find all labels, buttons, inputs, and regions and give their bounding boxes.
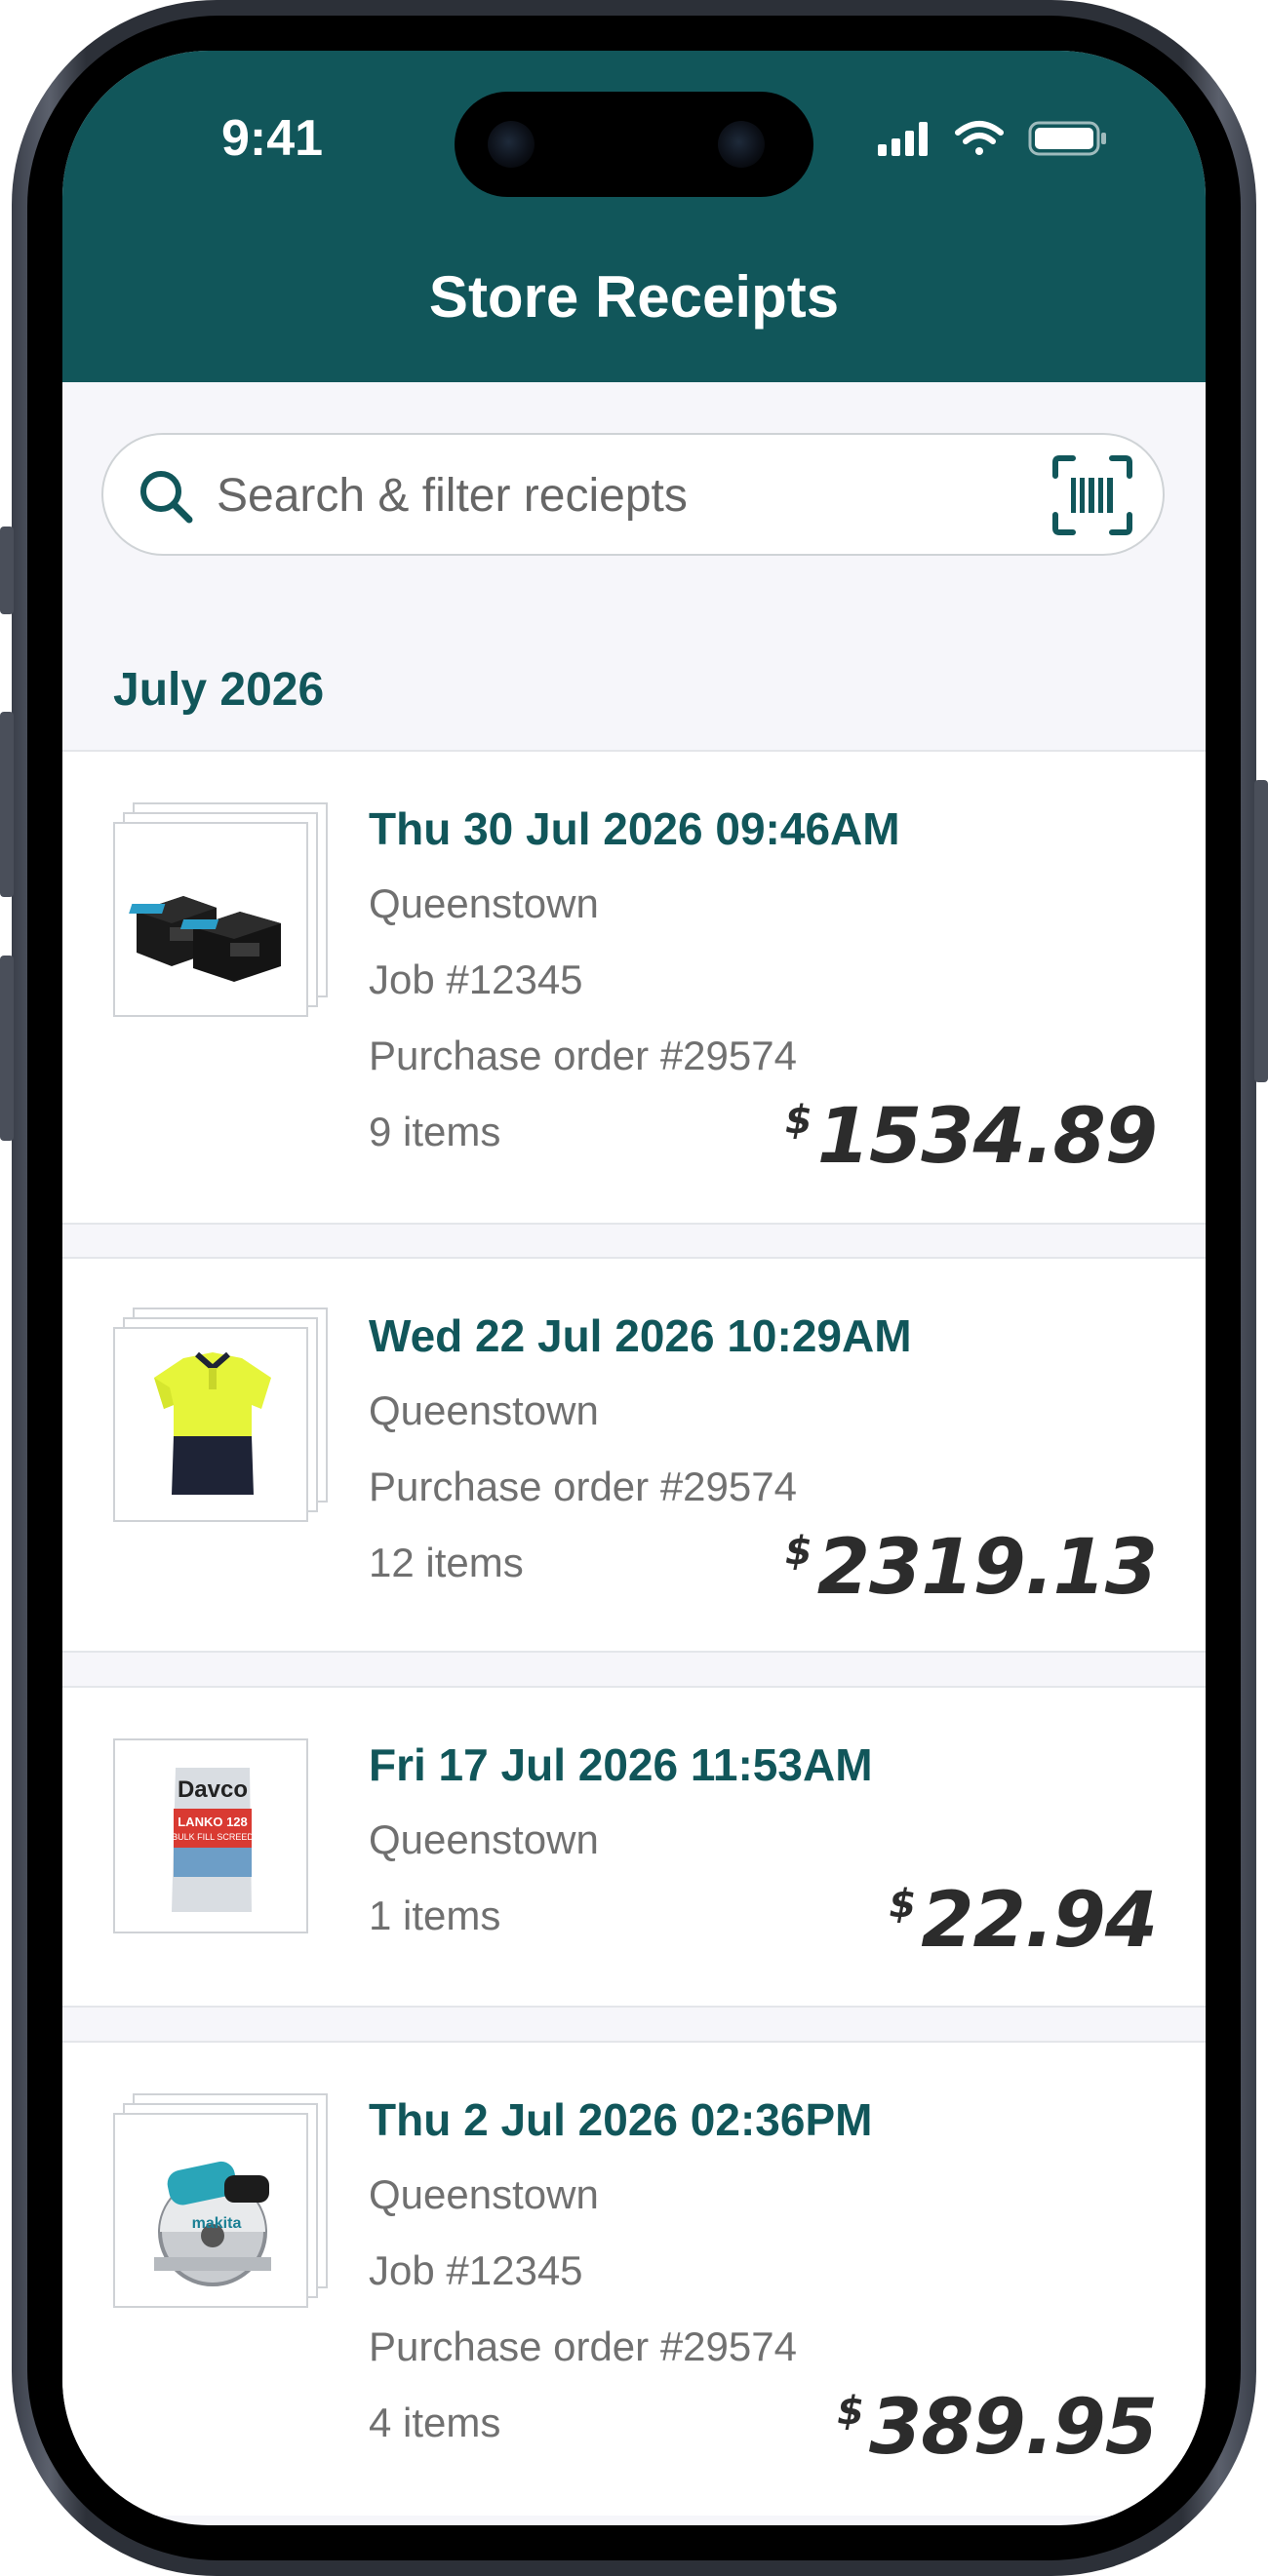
receipt-date: Thu 30 Jul 2026 09:46AM bbox=[369, 803, 900, 854]
receipt-location: Queenstown bbox=[369, 880, 599, 926]
currency-symbol: $ bbox=[889, 1882, 916, 1927]
amount-value: 22.94 bbox=[921, 1877, 1158, 1965]
amount-value: 1534.89 bbox=[816, 1093, 1158, 1181]
amount-value: 389.95 bbox=[869, 2384, 1158, 2472]
receipt-date: Wed 22 Jul 2026 10:29AM bbox=[369, 1310, 912, 1361]
amount-value: 2319.13 bbox=[816, 1524, 1158, 1612]
search-icon bbox=[137, 467, 195, 530]
receipt-job-number: Job #12345 bbox=[369, 2247, 583, 2293]
receipt-date: Fri 17 Jul 2026 11:53AM bbox=[369, 1739, 873, 1790]
receipt-amount: $389.95 bbox=[837, 2384, 1158, 2472]
wifi-icon bbox=[955, 121, 1004, 155]
volume-down-button bbox=[0, 956, 14, 1141]
receipt-thumbnail-stack: makita bbox=[113, 2093, 330, 2310]
barcode-scan-icon[interactable] bbox=[1051, 454, 1133, 541]
receipt-thumbnail-stack: Davco LANKO 128 BULK FILL SCREED bbox=[113, 1719, 330, 1935]
currency-symbol: $ bbox=[784, 1529, 812, 1574]
circular-saw-image: makita bbox=[113, 2113, 308, 2308]
hi-vis-polo-shirt-image bbox=[113, 1327, 308, 1522]
receipt-date: Thu 2 Jul 2026 02:36PM bbox=[369, 2094, 873, 2145]
receipt-item-count: 1 items bbox=[369, 1893, 501, 1938]
camera-icon bbox=[488, 121, 535, 168]
receipt-card[interactable]: Davco LANKO 128 BULK FILL SCREED Fri 17 … bbox=[62, 1686, 1206, 2008]
receipt-job-number: Job #12345 bbox=[369, 956, 583, 1002]
phone-screen: 9:41 Store Receipts Search & filter reci… bbox=[62, 51, 1206, 2525]
product-name-text: LANKO 128 bbox=[178, 1815, 248, 1829]
receipt-item-count: 12 items bbox=[369, 1540, 524, 1585]
makita-logo-text: makita bbox=[192, 2215, 242, 2232]
receipt-card[interactable]: makita Thu 2 Jul 2026 02:36PM Queenstown… bbox=[62, 2041, 1206, 2516]
receipt-purchase-order: Purchase order #29574 bbox=[369, 2323, 797, 2369]
receipt-location: Queenstown bbox=[369, 1387, 599, 1433]
volume-up-button bbox=[0, 712, 14, 897]
receipt-location: Queenstown bbox=[369, 1816, 599, 1862]
receipt-amount: $1534.89 bbox=[784, 1093, 1158, 1181]
status-time: 9:41 bbox=[220, 110, 324, 167]
search-input[interactable] bbox=[217, 466, 1016, 525]
dynamic-island bbox=[455, 92, 813, 197]
receipt-amount: $2319.13 bbox=[784, 1524, 1158, 1612]
receipt-thumbnail-stack bbox=[113, 1308, 330, 1524]
sensor-icon bbox=[718, 121, 765, 168]
product-desc-text: BULK FILL SCREED bbox=[172, 1832, 254, 1842]
app-header: 9:41 Store Receipts bbox=[62, 51, 1206, 382]
power-button bbox=[1254, 780, 1268, 1082]
receipt-purchase-order: Purchase order #29574 bbox=[369, 1033, 797, 1078]
status-icons bbox=[878, 119, 1112, 158]
search-bar[interactable] bbox=[101, 433, 1165, 556]
receipt-amount: $22.94 bbox=[889, 1877, 1158, 1965]
receipt-item-count: 9 items bbox=[369, 1109, 501, 1154]
page-title: Store Receipts bbox=[428, 264, 840, 330]
receipt-card[interactable]: Thu 30 Jul 2026 09:46AM Queenstown Job #… bbox=[62, 750, 1206, 1225]
receipt-purchase-order: Purchase order #29574 bbox=[369, 1464, 797, 1509]
action-button bbox=[0, 527, 14, 614]
currency-symbol: $ bbox=[837, 2389, 864, 2434]
davco-logo-text: Davco bbox=[178, 1776, 248, 1803]
receipt-location: Queenstown bbox=[369, 2171, 599, 2217]
currency-symbol: $ bbox=[784, 1098, 812, 1143]
battery-icon bbox=[1028, 121, 1106, 156]
receipt-card[interactable]: Wed 22 Jul 2026 10:29AM Queenstown Purch… bbox=[62, 1257, 1206, 1653]
cellular-signal-icon bbox=[878, 122, 928, 156]
cement-bag-image: Davco LANKO 128 BULK FILL SCREED bbox=[113, 1738, 308, 1933]
battery-packs-image bbox=[113, 822, 308, 1017]
receipt-item-count: 4 items bbox=[369, 2400, 501, 2445]
receipt-thumbnail-stack bbox=[113, 802, 330, 1019]
month-heading: July 2026 bbox=[113, 664, 325, 716]
